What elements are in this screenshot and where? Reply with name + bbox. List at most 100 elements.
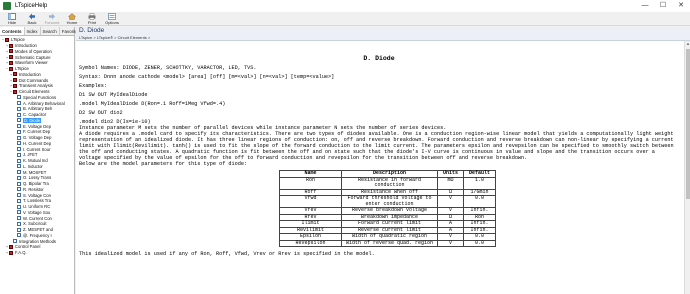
home-icon <box>68 13 76 20</box>
param-units: V <box>437 239 464 247</box>
options-icon <box>108 13 116 20</box>
tree-item-label: E. Voltage Dep <box>23 123 51 129</box>
tree-item-label: LTspice <box>15 66 29 72</box>
forward-arrow-icon <box>49 13 55 20</box>
navigation-pane: Contents Index Search Favorites − LTspice… <box>0 27 84 294</box>
book-icon <box>9 60 13 65</box>
book-icon <box>9 66 13 71</box>
scrollbar-thumb[interactable] <box>686 49 690 199</box>
tree-item-label: LTspice <box>11 37 25 43</box>
param-default: 0.0 <box>463 195 496 208</box>
book-icon <box>9 244 13 249</box>
topic-title: D. Diode <box>79 27 105 34</box>
param-description: Forward threshold voltage to enter condu… <box>341 195 438 208</box>
page-icon <box>17 118 21 123</box>
tree-item-label: F.A.Q. <box>15 250 27 256</box>
page-icon <box>17 141 21 146</box>
book-icon <box>13 72 17 77</box>
model-parameters-table: Name Description Units Default Ron Resist… <box>279 170 496 247</box>
page-icon <box>17 198 21 203</box>
param-description: Width of reverse quad. region <box>341 239 438 247</box>
hide-icon <box>8 13 16 20</box>
book-icon <box>13 83 17 88</box>
tree-item-label: H. Current Dep <box>23 140 52 146</box>
tab-search[interactable]: Search <box>41 27 60 35</box>
forward-button[interactable]: Forward <box>42 12 62 26</box>
page-icon <box>17 221 21 226</box>
page-icon <box>17 95 21 100</box>
tab-contents[interactable]: Contents <box>0 27 25 35</box>
page-icon <box>17 152 21 157</box>
param-description: Resistance in forward conduction <box>341 176 438 190</box>
topic-heading: D. Diode <box>363 55 395 62</box>
printer-icon <box>88 13 96 20</box>
tree-item-label: O. Lossy Trans <box>23 175 52 181</box>
page-icon <box>17 147 21 152</box>
tree-item-label: L. Inductor <box>23 163 43 169</box>
toolbar: Hide Back Forward Home Print Options <box>0 12 690 26</box>
title-bar: LTspiceHelp — ☐ ✕ <box>0 0 690 12</box>
tree-item-label: Modes of Operation <box>15 48 52 54</box>
window-controls: — ☐ ✕ <box>636 0 690 12</box>
back-arrow-icon <box>29 13 35 20</box>
tree-item-label: X. Subcircuit <box>23 221 47 227</box>
tree-item-label: U. Uniform RC <box>23 204 51 210</box>
tree-item-label: Dot Commands <box>19 77 49 83</box>
page-icon <box>17 112 21 117</box>
home-button[interactable]: Home <box>62 12 82 26</box>
tab-index[interactable]: Index <box>25 27 41 35</box>
options-button[interactable]: Options <box>102 12 122 26</box>
minimize-button[interactable]: — <box>636 0 654 12</box>
page-icon <box>17 227 21 232</box>
tree-item-label: T. Lossless Tra <box>23 198 51 204</box>
book-icon <box>13 78 17 83</box>
tree-item-label: J. JFET <box>23 152 38 158</box>
back-button[interactable]: Back <box>22 12 42 26</box>
back-label: Back <box>27 20 37 25</box>
page-icon <box>17 164 21 169</box>
app-icon <box>3 2 11 10</box>
page-icon <box>17 204 21 209</box>
param-default: 0.0 <box>463 239 496 247</box>
page-icon <box>17 170 21 175</box>
tree-item-label: Control Panel <box>15 244 41 250</box>
tree-item[interactable]: + F.A.Q. <box>0 250 74 256</box>
topic-body: D. Diode Symbol Names: DIODE, ZENER, SCH… <box>79 43 679 257</box>
breadcrumb[interactable]: LTspice > LTspice® > Circuit Elements > <box>79 35 690 40</box>
table-row: Revepsilon Width of reverse quad. region V… <box>279 239 496 247</box>
tree-item-label: Q. Bipolar Tra <box>23 181 49 187</box>
book-icon <box>9 250 13 255</box>
tree-item-label: I. Current Sour <box>23 146 51 152</box>
tree-item-label: M. MOSFET <box>23 169 47 175</box>
scroll-up-icon[interactable]: ▲ <box>685 41 690 46</box>
description-paragraph: A diode requires a .model card to specif… <box>79 131 677 161</box>
page-icon <box>13 239 17 244</box>
forward-label: Forward <box>44 20 60 25</box>
tree-item-label: Circuit Elements <box>19 89 50 95</box>
vertical-scrollbar[interactable]: ▲ <box>684 41 690 294</box>
tree-item-label: @. Frequency I <box>23 232 52 238</box>
book-icon <box>9 49 13 54</box>
close-button[interactable]: ✕ <box>672 0 690 12</box>
page-icon <box>17 181 21 186</box>
tree-item-label: G. Voltage Dep <box>23 135 52 141</box>
page-icon <box>17 233 21 238</box>
footer-note: This idealized model is used if any of R… <box>79 251 375 257</box>
page-icon <box>17 101 21 106</box>
param-name: Vfwd <box>279 195 342 208</box>
contents-tree: − LTspice + Introduction + Modes of Operation… <box>0 36 74 256</box>
maximize-button[interactable]: ☐ <box>654 0 672 12</box>
tree-item-label: Z. MESFET and <box>23 227 53 233</box>
page-icon <box>17 187 21 192</box>
tree-item-label: Integration Methods <box>19 238 57 244</box>
page-icon <box>17 175 21 180</box>
tree-item-label: Transient Analysis <box>19 83 53 89</box>
page-icon <box>17 135 21 140</box>
print-button[interactable]: Print <box>82 12 102 26</box>
tree-item-label: R. Resistor <box>23 186 44 192</box>
page-icon <box>17 129 21 134</box>
tree-item-label: S. Voltage Con <box>23 192 51 198</box>
topic-header: D. Diode LTspice > LTspice® > Circuit El… <box>76 27 690 41</box>
tree-item-label: D. Diode <box>23 117 42 123</box>
hide-button[interactable]: Hide <box>2 12 22 26</box>
